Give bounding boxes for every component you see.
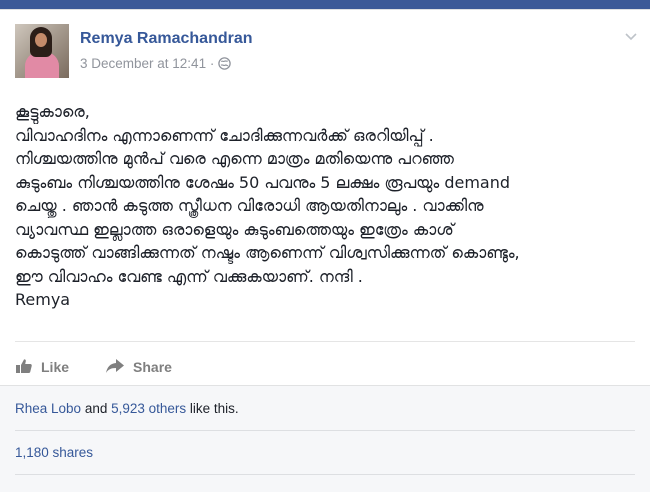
post-line: ചെയ്തു . ഞാൻ കടുത്ത സ്ത്രീധന വിരോധി ആയതി…: [15, 196, 484, 215]
like-label: Like: [41, 359, 70, 375]
avatar-face: [35, 33, 47, 47]
post-timestamp[interactable]: 3 December at 12:41: [80, 56, 206, 71]
like-button[interactable]: Like: [15, 358, 69, 377]
post-signature: Remya: [15, 290, 71, 309]
meta-separator: ·: [209, 56, 215, 71]
likes-suffix: like this.: [186, 401, 239, 416]
engagement-divider: [15, 430, 635, 431]
engagement-divider: [15, 474, 635, 475]
engagement-panel: Rhea Lobo and 5,923 others like this. 1,…: [0, 385, 650, 492]
liker-name-link[interactable]: Rhea Lobo: [15, 401, 81, 416]
post-body: കൂട്ടുകാരെ, വിവാഹദിനം എന്നാണെന്ന് ചോദിക്…: [15, 100, 637, 312]
likes-and-text: and: [81, 401, 112, 416]
post-line: നിശ്ചയത്തിനു മുൻപ് വരെ എന്നെ മാത്രം മതിയ…: [15, 149, 454, 168]
public-globe-icon[interactable]: [218, 57, 231, 73]
share-arrow-icon: [105, 358, 133, 377]
shares-summary: 1,180 shares: [15, 445, 93, 460]
action-divider: [15, 341, 635, 342]
share-button[interactable]: Share: [105, 358, 172, 377]
post-actions: Like Share: [15, 349, 208, 385]
likes-summary: Rhea Lobo and 5,923 others like this.: [15, 401, 239, 416]
post-meta: 3 December at 12:41 ·: [80, 56, 231, 73]
post-line: കൊടുത്ത് വാങ്ങിക്കുന്നത് നഷ്ടം ആണെന്ന് വ…: [15, 243, 520, 262]
thumbs-up-icon: [15, 358, 41, 377]
post-line: കൂട്ടുകാരെ,: [15, 102, 90, 121]
post-line: ഈ വിവാഹം വേണ്ട എന്ന് വക്കുകയാണ്. നന്ദി .: [15, 266, 363, 286]
shares-link[interactable]: 1,180 shares: [15, 445, 93, 460]
avatar[interactable]: [15, 24, 69, 78]
author-name[interactable]: Remya Ramachandran: [80, 30, 253, 48]
post-line: കുടുംബം നിശ്ചയത്തിനു ശേഷം 50 പവനും 5 ലക്…: [15, 172, 511, 192]
share-label: Share: [133, 359, 172, 375]
top-bar: [0, 0, 650, 9]
post-card: Remya Ramachandran 3 December at 12:41 ·…: [0, 9, 650, 492]
post-line: വിവാഹദിനം എന്നാണെന്ന് ചോദിക്കുന്നവർക്ക് …: [15, 125, 434, 145]
others-link[interactable]: 5,923 others: [111, 401, 186, 416]
chevron-down-icon[interactable]: [624, 28, 638, 42]
post-line: വ്യാവസ്ഥ ഇല്ലാത്ത ഒരാളെയും കുടുംബത്തെയും…: [15, 219, 454, 239]
